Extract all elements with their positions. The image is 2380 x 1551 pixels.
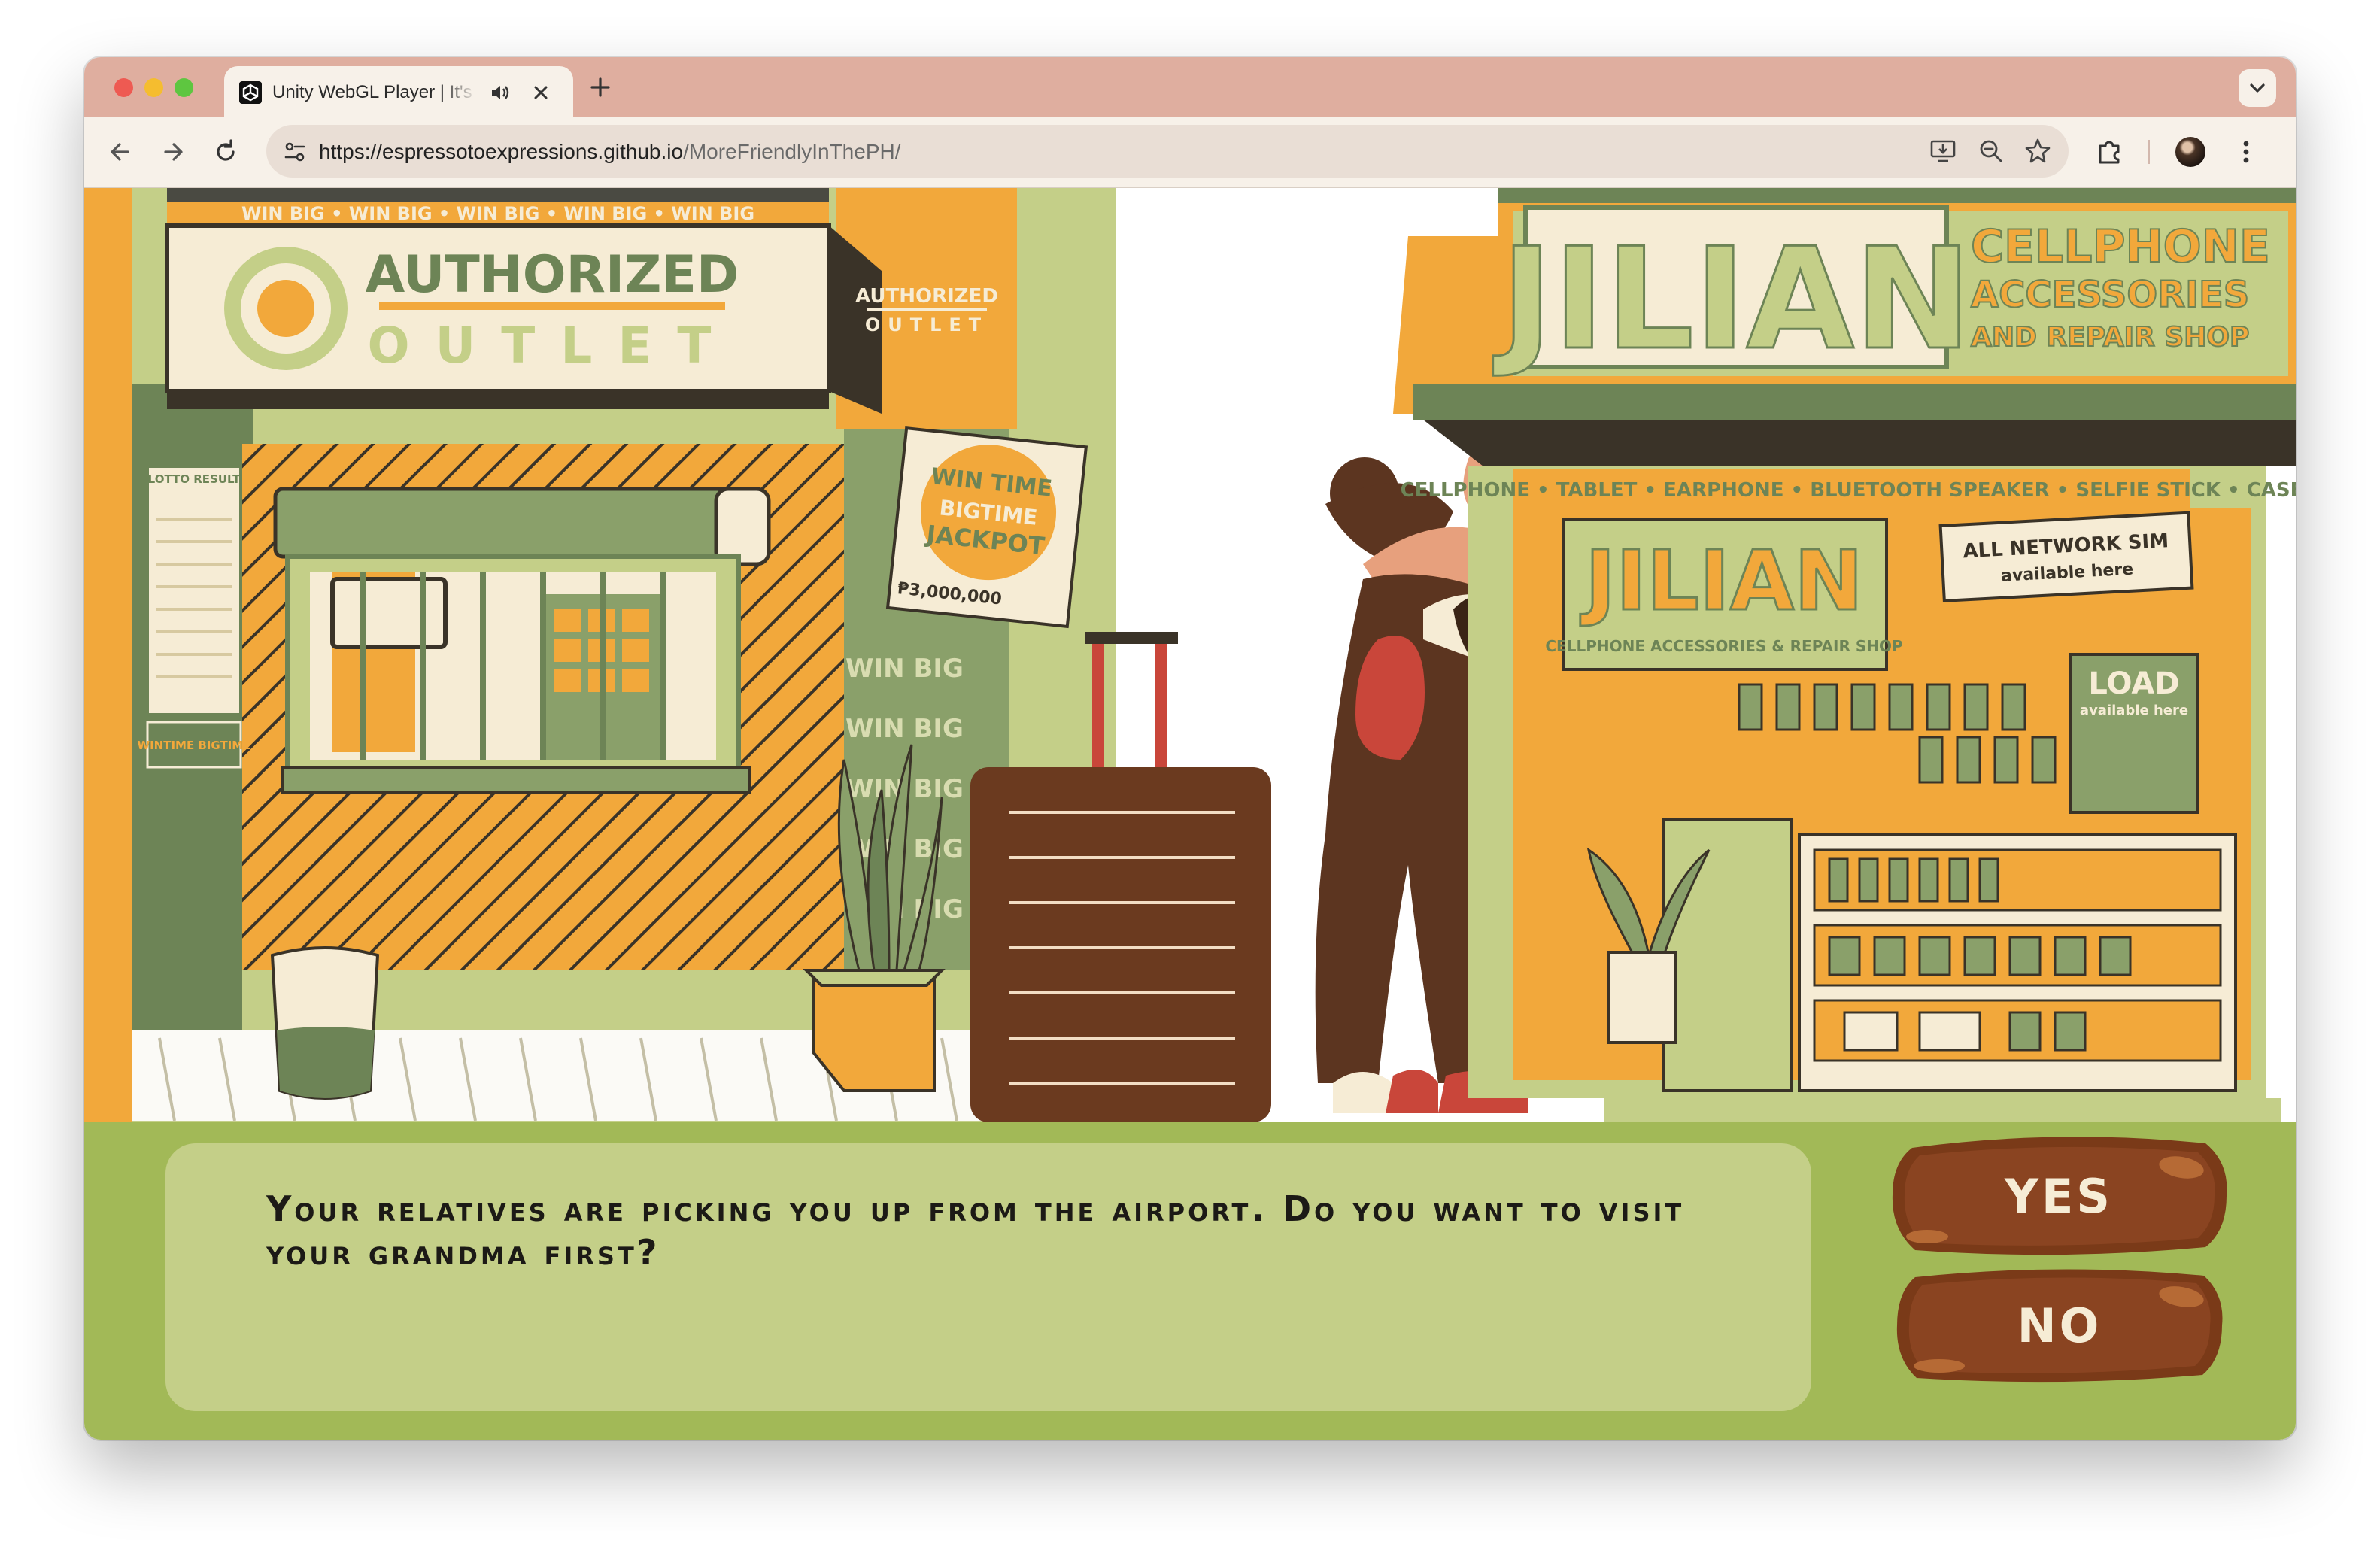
tab-title: Unity WebGL Player | It's More Friendly … <box>272 82 477 102</box>
jilian-sign-text: JILIAN <box>1492 217 1972 381</box>
products-strip-text: CELLPHONE • TABLET • EARPHONE • BLUETOOT… <box>1401 479 2296 502</box>
address-bar[interactable]: https://espressotoexpressions.github.io/… <box>266 125 2069 178</box>
street-scene-illustration: WIN BIG • WIN BIG • WIN BIG • WIN BIG • … <box>84 188 2296 1122</box>
lotto-result-title: LOTTO RESULT <box>148 472 241 486</box>
maximize-window-button[interactable] <box>175 78 193 97</box>
unity-game-canvas[interactable]: WIN BIG • WIN BIG • WIN BIG • WIN BIG • … <box>84 188 2296 1440</box>
no-label: NO <box>2017 1298 2102 1353</box>
url-host: https://espressotoexpressions.github.io <box>319 140 684 163</box>
toolbar-divider <box>2148 140 2150 164</box>
dialogue-text: Your relatives are picking you up from t… <box>266 1188 1685 1273</box>
side-outlet-text: OUTLET <box>865 314 988 335</box>
wall-text-2: WIN BIG <box>845 714 964 744</box>
dialogue-panel: Your relatives are picking you up from t… <box>84 1122 2296 1440</box>
cellphone-sign-text: CELLPHONE <box>1971 220 2270 273</box>
browser-window: Unity WebGL Player | It's More Friendly … <box>84 57 2296 1440</box>
site-settings-icon[interactable] <box>280 137 310 167</box>
wintime-label: WINTIME BIGTIME <box>138 739 251 752</box>
accessories-sign-text: ACCESSORIES <box>1971 274 2249 316</box>
minimize-window-button[interactable] <box>144 78 163 97</box>
zoom-icon[interactable] <box>1975 135 2007 167</box>
tab-strip: Unity WebGL Player | It's More Friendly … <box>84 57 2296 117</box>
outlet-sign-text: OUTLET <box>368 317 737 375</box>
more-menu-icon[interactable] <box>2227 132 2266 171</box>
profile-avatar[interactable] <box>2175 137 2205 167</box>
install-app-icon[interactable] <box>1927 135 1959 167</box>
inner-jilian-text: JILIAN <box>1580 533 1863 629</box>
speaker-icon[interactable] <box>487 80 513 105</box>
browser-toolbar: https://espressotoexpressions.github.io/… <box>84 117 2296 188</box>
chevron-down-icon <box>2250 83 2265 93</box>
authorized-sign-text: AUTHORIZED <box>366 245 739 305</box>
new-tab-icon[interactable] <box>585 72 615 102</box>
close-window-button[interactable] <box>114 78 133 97</box>
side-authorized-text: AUTHORIZED <box>855 285 998 308</box>
yes-label: YES <box>2005 1168 2113 1224</box>
forward-arrow-icon[interactable] <box>153 132 193 171</box>
load-sign-text: LOAD <box>2088 666 2179 701</box>
win-big-banner: WIN BIG • WIN BIG • WIN BIG • WIN BIG • … <box>241 203 754 224</box>
dialogue-box: Your relatives are picking you up from t… <box>165 1143 1811 1411</box>
url-text[interactable]: https://espressotoexpressions.github.io/… <box>319 137 901 167</box>
tab-active[interactable]: Unity WebGL Player | It's More Friendly … <box>224 66 573 117</box>
extensions-puzzle-icon[interactable] <box>2090 132 2129 171</box>
tab-search-button[interactable] <box>2239 69 2276 107</box>
no-button[interactable]: NO <box>1894 1265 2225 1386</box>
load-available-text: available here <box>2080 703 2188 718</box>
back-arrow-icon[interactable] <box>101 132 140 171</box>
yes-button[interactable]: YES <box>1890 1133 2228 1259</box>
close-tab-icon[interactable] <box>528 80 554 105</box>
repair-shop-sign-text: AND REPAIR SHOP <box>1971 322 2249 353</box>
inner-sub-text: CELLPHONE ACCESSORIES & REPAIR SHOP <box>1545 637 1902 655</box>
reload-icon[interactable] <box>206 132 245 171</box>
wall-text-1: WIN BIG <box>845 654 964 684</box>
url-path: /MoreFriendlyInThePH/ <box>683 140 901 163</box>
bookmark-star-icon[interactable] <box>2022 135 2054 167</box>
unity-logo-icon <box>239 81 262 104</box>
